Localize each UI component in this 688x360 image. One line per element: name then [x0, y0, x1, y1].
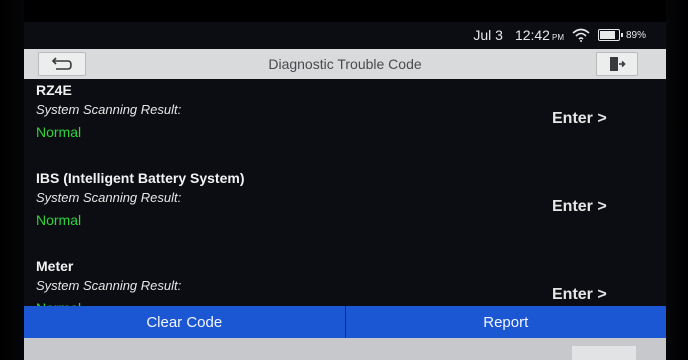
report-button[interactable]: Report [346, 306, 667, 338]
status-time: 12:42 [514, 27, 550, 43]
clear-code-button[interactable]: Clear Code [24, 306, 346, 338]
battery-fill [599, 31, 616, 39]
battery-icon [597, 29, 623, 41]
scan-result-label: System Scanning Result: [36, 190, 182, 205]
scan-result-label: System Scanning Result: [36, 102, 182, 117]
device-bezel-left [0, 0, 24, 360]
exit-door-icon [610, 57, 626, 71]
status-bar: Jul 3 12:42 PM 89% [24, 22, 666, 48]
back-button[interactable] [38, 52, 86, 76]
status-date: Jul 3 [473, 27, 503, 43]
action-bar: Clear Code Report [24, 306, 666, 338]
status-ampm: PM [551, 33, 564, 42]
enter-button[interactable]: Enter > [552, 198, 607, 216]
system-item-rz4e[interactable]: RZ4E System Scanning Result: Normal Ente… [24, 82, 666, 162]
enter-button[interactable]: Enter > [552, 286, 607, 304]
system-name: IBS (Intelligent Battery System) [36, 170, 245, 186]
system-name: Meter [36, 258, 74, 274]
back-arrow-icon [51, 57, 72, 70]
device-bezel-right [666, 0, 688, 360]
lower-panel [24, 338, 666, 360]
battery-percentage: 89% [625, 29, 646, 41]
title-bar: Diagnostic Trouble Code [24, 49, 666, 79]
system-name: RZ4E [36, 82, 72, 98]
wifi-icon [572, 28, 590, 42]
system-item-ibs[interactable]: IBS (Intelligent Battery System) System … [24, 170, 666, 250]
lower-panel-tab [572, 346, 636, 360]
enter-button[interactable]: Enter > [552, 110, 607, 128]
page-title: Diagnostic Trouble Code [268, 56, 422, 72]
exit-button[interactable] [596, 52, 638, 76]
scan-result-value: Normal [36, 212, 82, 228]
scan-result-label: System Scanning Result: [36, 278, 182, 293]
device-bezel-top [0, 0, 688, 22]
scan-result-value: Normal [36, 124, 82, 140]
device-screen: Jul 3 12:42 PM 89% Diagnostic Trouble Co… [24, 22, 666, 360]
